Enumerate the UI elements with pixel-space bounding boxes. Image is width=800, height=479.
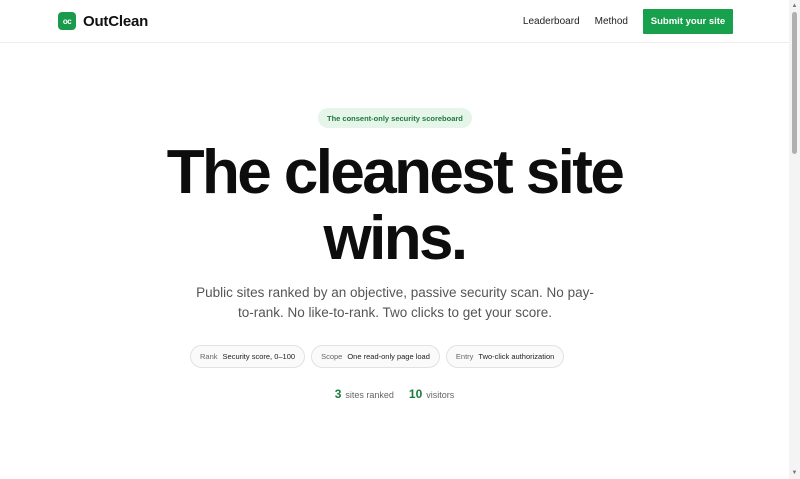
chip-scope: Scope One read-only page load [311, 345, 440, 368]
chip-entry: Entry Two-click authorization [445, 345, 565, 368]
submit-site-button[interactable]: Submit your site [643, 8, 733, 34]
chip-key: Rank [200, 352, 218, 361]
hero-title-line-2: wins. [323, 204, 468, 273]
chip-rank: Rank Security score, 0–100 [190, 345, 306, 368]
hero-subtitle: Public sites ranked by an objective, pas… [196, 285, 594, 320]
brand-name: OutClean [83, 12, 149, 30]
stat-sites-ranked: 3 sites ranked [335, 385, 394, 403]
brand-home-link[interactable]: oc OutClean [58, 12, 148, 30]
tagline-badge: The consent-only security scoreboard [318, 108, 472, 128]
hero-stats: 3 sites ranked 10 visitors [0, 385, 789, 403]
nav-leaderboard-link[interactable]: Leaderboard [523, 16, 580, 27]
chip-key: Scope [321, 352, 343, 361]
page-scrollbar[interactable]: ▲ ▼ [789, 0, 800, 479]
nav-method-link[interactable]: Method [595, 16, 628, 27]
main-nav: Leaderboard Method Submit your site [523, 8, 733, 34]
chip-value: One read-only page load [347, 352, 430, 361]
chip-value: Two-click authorization [478, 352, 555, 361]
stat-label: sites ranked [345, 390, 394, 400]
site-header: oc OutClean Leaderboard Method Submit yo… [0, 0, 789, 43]
stat-value: 3 [334, 387, 342, 401]
chip-key: Entry [455, 352, 474, 361]
feature-chips: Rank Security score, 0–100 Scope One rea… [190, 345, 610, 368]
scroll-up-icon[interactable]: ▲ [791, 2, 798, 10]
scroll-down-icon[interactable]: ▼ [791, 469, 798, 477]
stat-value: 10 [408, 387, 423, 401]
hero-title: The cleanest site wins. [0, 140, 789, 272]
chip-value: Security score, 0–100 [222, 352, 296, 361]
scrollbar-thumb[interactable] [792, 12, 797, 154]
hero-title-line-1: The cleanest site [166, 138, 625, 207]
brand-logo-icon: oc [58, 12, 76, 30]
stat-visitors: 10 visitors [409, 385, 454, 403]
stat-label: visitors [426, 390, 455, 400]
